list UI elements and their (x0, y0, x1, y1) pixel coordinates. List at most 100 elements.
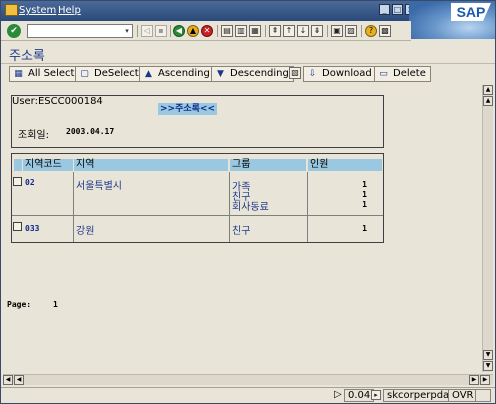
count-cell: 1 (362, 200, 367, 209)
save-icon[interactable]: ▪ (155, 25, 167, 37)
select-all-icon: ▦ (14, 69, 23, 79)
scroll-left-icon[interactable]: ◀ (14, 375, 24, 385)
next-page-icon[interactable]: ↓ (297, 25, 309, 37)
first-page-icon[interactable]: ⇞ (269, 25, 281, 37)
status-extra (475, 389, 491, 402)
toolbar-separator (327, 25, 328, 37)
delete-icon: ▭ (379, 69, 388, 79)
descending-button[interactable]: ▼ Descending (211, 66, 294, 82)
column-divider (73, 172, 74, 242)
report-area: >>주소록<< 조회일: 2003.04.17 User:ESCC000184 … (3, 85, 481, 372)
date-label: 조회일: (18, 130, 49, 141)
app-menu-icon[interactable] (5, 4, 18, 16)
scroll-down-icon[interactable]: ▼ (483, 361, 493, 371)
back-icon[interactable]: ◀ (173, 25, 185, 37)
download-icon: ⇩ (308, 69, 317, 79)
status-bar: ▷ 0.04 ▸ skcorperpda1 OVR (1, 387, 495, 403)
column-header-region-code: 지역코드 (23, 159, 73, 171)
report-table: 지역코드 지역 그룹 인원 02 서울특별시 가족 친구 회사동료 1 1 1 (11, 153, 384, 243)
ascending-label: Ascending (158, 68, 210, 79)
last-page-icon[interactable]: ⇟ (311, 25, 323, 37)
previous-page-icon[interactable]: ↑ (283, 25, 295, 37)
user-id: User:ESCC000184 (12, 96, 103, 107)
all-select-label: All Select (28, 68, 75, 79)
date-value: 2003.04.17 (66, 127, 115, 136)
toolbar-separator (170, 25, 171, 37)
report-header-title: >>주소록<< (158, 103, 218, 115)
region-code-cell: 033 (25, 224, 40, 233)
count-cell: 1 (362, 190, 367, 199)
filter-icon[interactable]: ▧ (289, 67, 301, 79)
scroll-last-icon[interactable]: ▶ (480, 375, 490, 385)
column-header-region: 지역 (74, 159, 228, 171)
minimize-icon[interactable]: _ (379, 4, 390, 15)
menu-system[interactable]: System (19, 5, 56, 16)
row-checkbox[interactable] (13, 222, 22, 231)
region-code-cell: 02 (25, 178, 35, 187)
column-divider (229, 172, 230, 242)
column-header-count: 인원 (308, 159, 382, 171)
status-play-icon[interactable]: ▷ (331, 389, 345, 402)
shortcut-icon[interactable]: ▨ (345, 25, 357, 37)
horizontal-scrollbar[interactable]: ◀ ◀ ▶ ▶ (3, 374, 493, 385)
find-next-icon[interactable]: ▦ (249, 25, 261, 37)
enter-check-icon[interactable]: ✔ (7, 24, 21, 38)
print-icon[interactable]: ▤ (221, 25, 233, 37)
command-dropdown-icon[interactable]: ▾ (122, 25, 132, 37)
row-divider (12, 215, 383, 216)
column-header-group: 그룹 (230, 159, 306, 171)
row-checkbox[interactable] (13, 177, 22, 186)
report-header-box: >>주소록<< 조회일: 2003.04.17 User:ESCC000184 (11, 95, 384, 148)
create-session-icon[interactable]: ▣ (331, 25, 343, 37)
sap-window: System Help _ □ × SAP ✔ ▾ ◁ ▪ ◀ ▲ ✕ ▤ ▥ … (0, 0, 496, 404)
deselect-label: DeSelect (94, 68, 139, 79)
page-up-icon[interactable]: ▲ (483, 96, 493, 106)
delete-button[interactable]: ▭ Delete (374, 66, 431, 82)
page-down-icon[interactable]: ▼ (483, 350, 493, 360)
count-cell: 1 (362, 180, 367, 189)
command-field[interactable]: ▾ (27, 24, 133, 38)
application-toolbar: ▦ All Select ▢ DeSelect ▲ Ascending ▼ De… (1, 64, 495, 84)
find-icon[interactable]: ▥ (235, 25, 247, 37)
scroll-up-icon[interactable]: ▲ (483, 85, 493, 95)
delete-label: Delete (393, 68, 426, 79)
deselect-icon: ▢ (80, 69, 89, 79)
system-toolbar: ✔ ▾ ◁ ▪ ◀ ▲ ✕ ▤ ▥ ▦ ⇞ ↑ ↓ ⇟ ▣ ▨ ? ▩ (1, 21, 411, 41)
sap-logo-area: SAP (409, 1, 495, 39)
cancel-icon[interactable]: ✕ (201, 25, 213, 37)
download-button[interactable]: ⇩ Download (303, 66, 377, 82)
vertical-scrollbar[interactable]: ▲ ▲ ▼ ▼ (482, 85, 493, 372)
region-cell: 서울특별시 (76, 181, 122, 192)
descending-label: Descending (230, 68, 289, 79)
count-cell: 1 (362, 224, 367, 233)
scroll-first-icon[interactable]: ◀ (3, 375, 13, 385)
column-divider (307, 172, 308, 242)
command-input[interactable] (28, 25, 122, 37)
toolbar-separator (265, 25, 266, 37)
insert-mode: OVR (448, 389, 478, 402)
group-cell: 회사동료 (232, 202, 269, 213)
scroll-right-icon[interactable]: ▶ (469, 375, 479, 385)
help-icon[interactable]: ? (365, 25, 377, 37)
previous-icon[interactable]: ◁ (141, 25, 153, 37)
toolbar-separator (217, 25, 218, 37)
toolbar-separator (361, 25, 362, 37)
sap-logo: SAP (451, 3, 491, 21)
group-cell: 친구 (232, 226, 251, 237)
layout-icon[interactable]: ▩ (379, 25, 391, 37)
title-bar: 주소록 (1, 42, 495, 64)
all-select-button[interactable]: ▦ All Select (9, 66, 80, 82)
region-cell: 강원 (76, 226, 95, 237)
response-time: 0.04 (344, 389, 375, 402)
maximize-icon[interactable]: □ (392, 4, 403, 15)
system-info-icon[interactable]: ▸ (371, 390, 381, 400)
select-column-header (14, 159, 22, 171)
sort-descending-icon: ▼ (217, 69, 224, 79)
ascending-button[interactable]: ▲ Ascending (139, 66, 215, 82)
page-number: 1 (53, 300, 58, 309)
menu-help[interactable]: Help (58, 5, 81, 16)
exit-icon[interactable]: ▲ (187, 25, 199, 37)
page-label: Page: (7, 300, 32, 309)
sort-ascending-icon: ▲ (145, 69, 152, 79)
deselect-button[interactable]: ▢ DeSelect (75, 66, 144, 82)
